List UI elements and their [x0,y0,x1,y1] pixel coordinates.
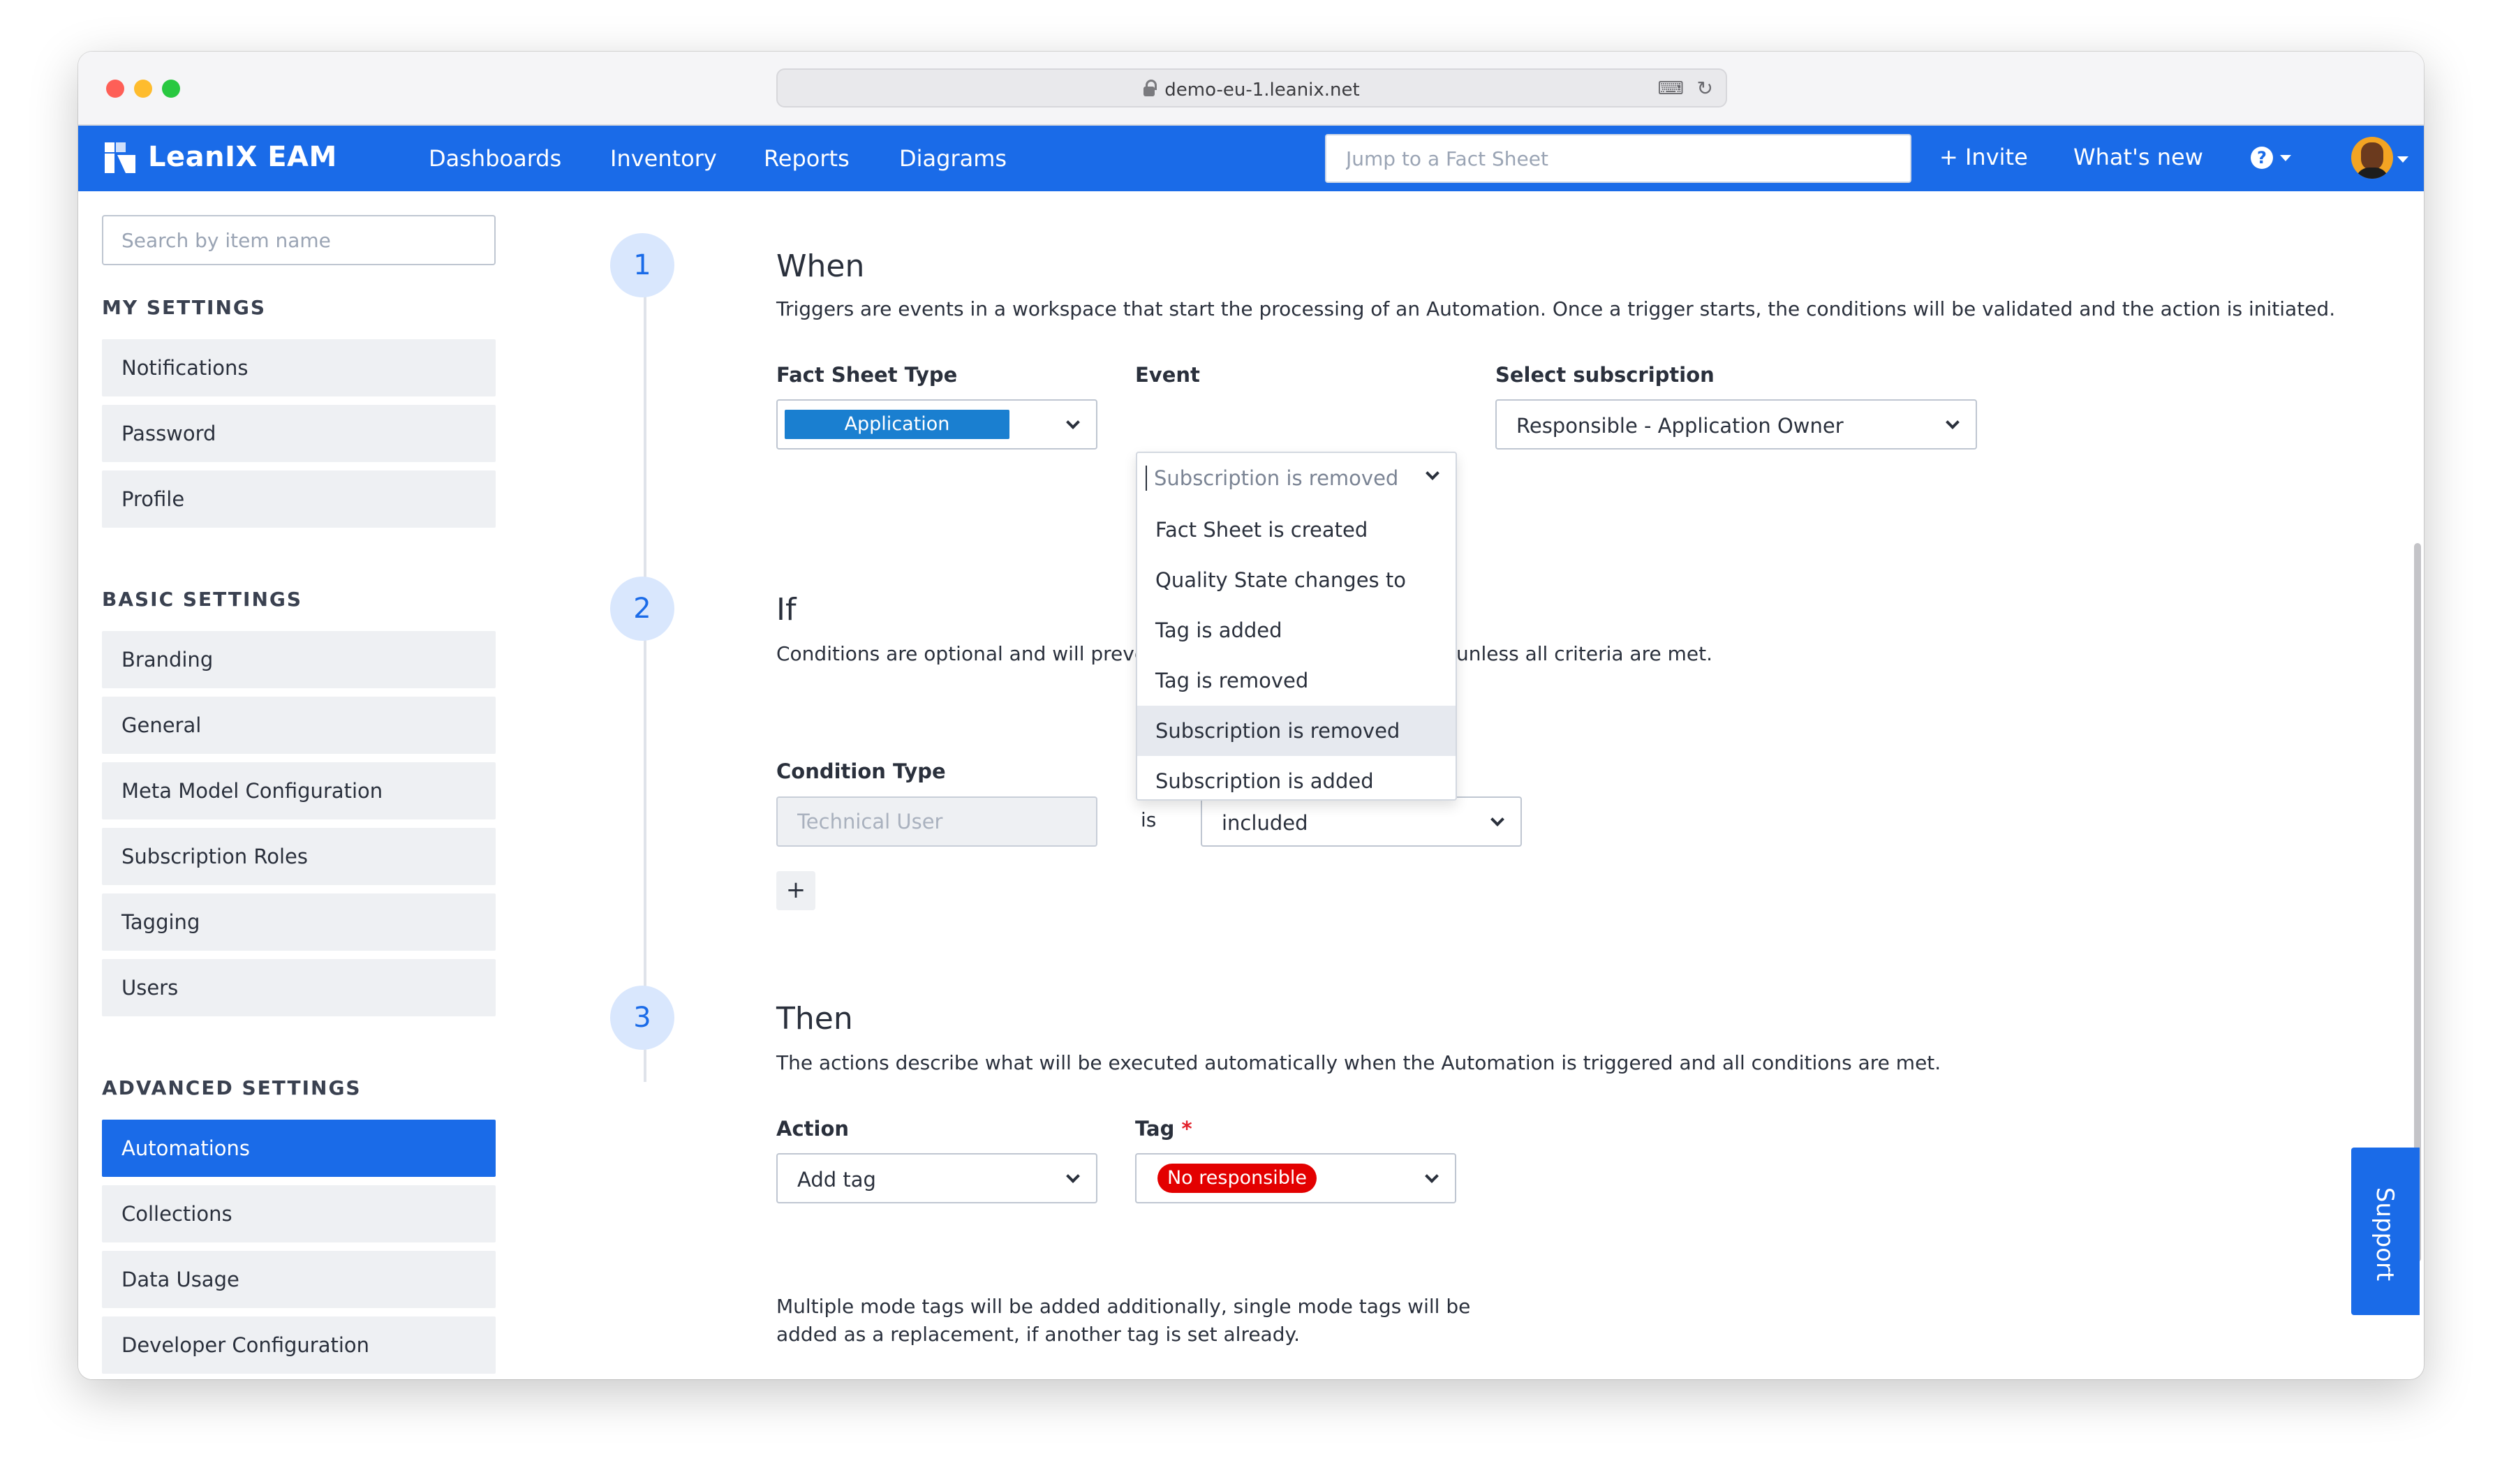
sidebar-item-collections[interactable]: Collections [102,1185,496,1242]
chevron-down-icon [1066,415,1080,429]
step-1-title: When [776,248,865,284]
chevron-down-icon [1946,415,1960,429]
sidebar-item-password[interactable]: Password [102,405,496,462]
lock-icon [1143,80,1157,96]
step-3-description: The actions describe what will be execut… [776,1051,1941,1074]
condition-operator-text: is [1141,808,1157,831]
browser-window: demo-eu-1.leanix.net ⌨ ↻ LeanIX EAM Dash… [78,52,2424,1379]
condition-value-text: included [1222,811,1308,835]
chevron-down-icon[interactable] [1426,466,1439,480]
help-menu-button[interactable]: ? [2251,145,2293,173]
nav-reports[interactable]: Reports [764,145,850,172]
section-title-advanced-settings: ADVANCED SETTINGS [102,1076,362,1099]
reload-icon[interactable]: ↻ [1697,77,1713,100]
sidebar-item-profile[interactable]: Profile [102,470,496,528]
tag-select[interactable]: No responsible [1135,1153,1456,1203]
fact-sheet-type-select[interactable]: Application [776,399,1097,450]
subscription-label: Select subscription [1495,363,1715,387]
question-circle-icon: ? [2251,147,2273,169]
tag-mode-note: Multiple mode tags will be added additio… [776,1295,1471,1346]
support-label: Support [2371,1187,2399,1282]
browser-toolbar: demo-eu-1.leanix.net ⌨ ↻ [78,52,2424,126]
minimize-window-button[interactable] [134,80,152,98]
avatar-caret-down-icon[interactable] [2397,156,2408,163]
nav-diagrams[interactable]: Diagrams [899,145,1007,172]
sidebar-item-tagging[interactable]: Tagging [102,893,496,951]
event-option-tag-added[interactable]: Tag is added [1137,605,1456,655]
sidebar-item-users[interactable]: Users [102,959,496,1016]
whats-new-button[interactable]: What's new [2073,144,2203,170]
event-option-fact-sheet-created[interactable]: Fact Sheet is created [1137,505,1456,555]
nav-dashboards[interactable]: Dashboards [429,145,561,172]
step-1-number: 1 [610,233,674,297]
sidebar-item-notifications[interactable]: Notifications [102,339,496,396]
tag-label-wrapper: Tag * [1135,1117,1192,1141]
avatar[interactable] [2351,137,2393,179]
brand-name[interactable]: LeanIX EAM [148,141,337,173]
application-chip: Application [785,410,1009,439]
sidebar-item-data-usage[interactable]: Data Usage [102,1251,496,1308]
tag-chip: No responsible [1157,1164,1317,1193]
step-1-description: Triggers are events in a workspace that … [776,297,2336,320]
sidebar-item-meta-model-configuration[interactable]: Meta Model Configuration [102,762,496,819]
address-text-wrapper: demo-eu-1.leanix.net [778,80,1726,101]
action-label: Action [776,1117,850,1141]
add-condition-button[interactable]: + [776,871,815,910]
invite-button[interactable]: + Invite [1939,144,2028,170]
caret-down-icon [2280,155,2291,161]
avatar-shirt [2355,168,2389,179]
app-header: LeanIX EAM Dashboards Inventory Reports … [78,126,2424,191]
action-select[interactable]: Add tag [776,1153,1097,1203]
section-title-basic-settings: BASIC SETTINGS [102,588,303,611]
fact-sheet-type-label: Fact Sheet Type [776,363,958,387]
section-title-my-settings: MY SETTINGS [102,296,267,319]
event-label: Event [1135,363,1200,387]
subscription-select[interactable]: Responsible - Application Owner [1495,399,1977,450]
subscription-select-value: Responsible - Application Owner [1516,414,1844,438]
condition-type-input [776,796,1097,847]
close-window-button[interactable] [106,80,124,98]
fact-sheet-search-input[interactable] [1325,134,1911,183]
required-marker: * [1181,1117,1192,1141]
action-select-value: Add tag [797,1168,876,1192]
translate-icon[interactable]: ⌨ [1657,78,1684,99]
chevron-down-icon [1425,1169,1439,1183]
event-option-quality-state-changes[interactable]: Quality State changes to [1137,555,1456,605]
chevron-down-icon [1066,1169,1080,1183]
chevron-down-icon [1490,813,1504,826]
event-option-subscription-removed[interactable]: Subscription is removed [1137,706,1456,756]
support-tab[interactable]: Support [2351,1148,2420,1315]
settings-sidebar: MY SETTINGS Notifications Password Profi… [78,191,546,1379]
maximize-window-button[interactable] [162,80,180,98]
tag-label: Tag [1135,1117,1175,1141]
event-option-tag-removed[interactable]: Tag is removed [1137,655,1456,706]
address-bar[interactable]: demo-eu-1.leanix.net ⌨ ↻ [776,68,1727,107]
step-2-title: If [776,592,797,628]
step-2-number: 2 [610,577,674,641]
sidebar-item-branding[interactable]: Branding [102,631,496,688]
sidebar-item-automations[interactable]: Automations [102,1120,496,1177]
url-text: demo-eu-1.leanix.net [1164,80,1360,101]
step-3-number: 3 [610,986,674,1050]
condition-type-label: Condition Type [776,759,946,783]
event-dropdown[interactable]: Fact Sheet is created Quality State chan… [1136,452,1457,801]
steps-timeline [644,290,646,1082]
sidebar-item-developer-configuration[interactable]: Developer Configuration [102,1316,496,1374]
event-option-subscription-added[interactable]: Subscription is added [1137,756,1456,806]
leanix-logo-icon [105,142,135,173]
sidebar-search-input[interactable] [102,215,496,265]
step-2-description-end: unless all criteria are met. [1456,642,1712,665]
event-search-input[interactable] [1146,463,1411,494]
sidebar-item-subscription-roles[interactable]: Subscription Roles [102,828,496,885]
sidebar-item-general[interactable]: General [102,697,496,754]
step-3-title: Then [776,1001,853,1037]
avatar-face [2361,142,2383,170]
step-2-description-start: Conditions are optional and will preve [776,642,1147,665]
nav-inventory[interactable]: Inventory [610,145,717,172]
